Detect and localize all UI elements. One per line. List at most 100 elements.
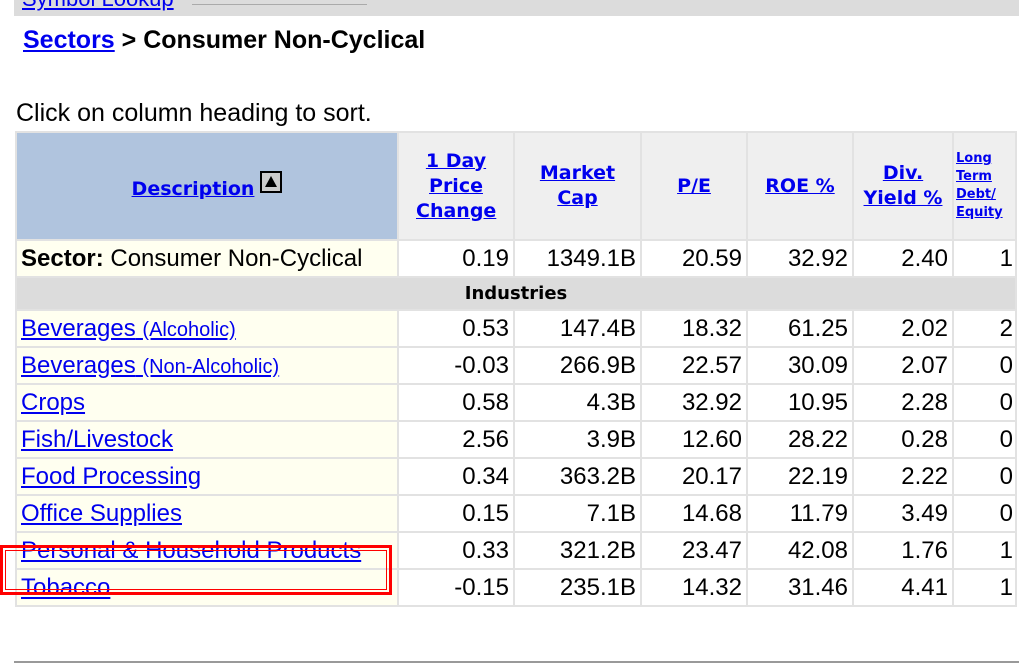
value-cell: -0.03 — [397, 346, 515, 385]
symbol-lookup-link[interactable]: Symbol Lookup — [22, 0, 174, 12]
value-cell: 4.41 — [852, 568, 954, 607]
breadcrumb: Sectors > Consumer Non-Cyclical — [23, 26, 425, 55]
table-row: Fish/Livestock 2.56 3.9B 12.60 28.22 0.28 0 — [15, 420, 1017, 459]
industry-link[interactable]: Food Processing — [21, 463, 201, 490]
value-cell: 31.46 — [746, 568, 854, 607]
value-cell: 2.22 — [852, 457, 954, 496]
value-cell: 22.57 — [640, 346, 748, 385]
sort-market-cap-link[interactable]: Market Cap — [533, 161, 623, 211]
sort-long-term-debt-equity-link[interactable]: Long Term Debt/ Equity — [956, 151, 1003, 220]
description-cell: Food Processing — [15, 457, 399, 496]
column-header-div-yield: Div. Yield % — [852, 131, 954, 241]
value-cell: 20.59 — [640, 239, 748, 278]
industries-label: Industries — [15, 276, 1017, 311]
industry-link[interactable]: Crops — [21, 389, 85, 416]
value-cell: 2.40 — [852, 239, 954, 278]
value-cell: 23.47 — [640, 531, 748, 570]
value-cell: 0.53 — [397, 309, 515, 348]
divider — [14, 661, 1019, 663]
table-row: Beverages (Alcoholic) 0.53 147.4B 18.32 61.2… — [15, 309, 1017, 348]
column-header-market-cap: Market Cap — [513, 131, 642, 241]
column-header-roe: ROE % — [746, 131, 854, 241]
table-row: Crops 0.58 4.3B 32.92 10.95 2.28 0 — [15, 383, 1017, 422]
divider — [192, 4, 367, 5]
sort-div-yield-link[interactable]: Div. Yield % — [858, 161, 948, 211]
value-cell: 4.3B — [513, 383, 642, 422]
value-cell: 3.9B — [513, 420, 642, 459]
description-cell: Beverages (Alcoholic) — [15, 309, 399, 348]
description-cell: Office Supplies — [15, 494, 399, 533]
table-row: Office Supplies 0.15 7.1B 14.68 11.79 3.49 0 — [15, 494, 1017, 533]
sort-up-icon[interactable] — [260, 170, 283, 193]
description-cell: Fish/Livestock — [15, 420, 399, 459]
value-cell: 32.92 — [746, 239, 854, 278]
sort-roe-link[interactable]: ROE % — [765, 175, 834, 197]
value-cell: 14.32 — [640, 568, 748, 607]
value-cell: 0.28 — [852, 420, 954, 459]
industry-link[interactable]: Beverages (Non-Alcoholic) — [21, 352, 279, 379]
value-cell: 266.9B — [513, 346, 642, 385]
column-header-p-e: P/E — [640, 131, 748, 241]
industries-header-row: Industries — [15, 276, 1017, 311]
value-cell: 2.02 — [852, 309, 954, 348]
table-row: Food Processing 0.34 363.2B 20.17 22.19 2.22 0 — [15, 457, 1017, 496]
value-cell: -0.15 — [397, 568, 515, 607]
value-cell: 0 — [952, 494, 1017, 533]
value-cell: 0 — [952, 420, 1017, 459]
sector-label: Sector: — [21, 244, 104, 272]
value-cell: 18.32 — [640, 309, 748, 348]
value-cell: 11.79 — [746, 494, 854, 533]
sort-description-link[interactable]: Description — [132, 178, 255, 200]
value-cell: 0.33 — [397, 531, 515, 570]
value-cell: 30.09 — [746, 346, 854, 385]
sector-name: Consumer Non-Cyclical — [110, 244, 363, 272]
value-cell: 61.25 — [746, 309, 854, 348]
value-cell: 22.19 — [746, 457, 854, 496]
value-cell: 2.07 — [852, 346, 954, 385]
value-cell: 1.76 — [852, 531, 954, 570]
value-cell: 20.17 — [640, 457, 748, 496]
value-cell: 0.34 — [397, 457, 515, 496]
description-cell: Beverages (Non-Alcoholic) — [15, 346, 399, 385]
description-cell: Crops — [15, 383, 399, 422]
top-nav-bar: Symbol Lookup — [14, 0, 1019, 16]
highlight-box — [0, 545, 392, 595]
value-cell: 28.22 — [746, 420, 854, 459]
sort-hint: Click on column heading to sort. — [16, 99, 372, 127]
value-cell: 1349.1B — [513, 239, 642, 278]
value-cell: 1 — [952, 239, 1017, 278]
value-cell: 7.1B — [513, 494, 642, 533]
value-cell: 0.15 — [397, 494, 515, 533]
value-cell: 42.08 — [746, 531, 854, 570]
sector-cell: Sector: Consumer Non-Cyclical — [15, 239, 399, 278]
value-cell: 2 — [952, 309, 1017, 348]
value-cell: 0 — [952, 346, 1017, 385]
value-cell: 14.68 — [640, 494, 748, 533]
breadcrumb-sectors-link[interactable]: Sectors — [23, 26, 115, 54]
sort-1-day-price-change-link[interactable]: 1 Day Price Change — [416, 149, 496, 224]
value-cell: 2.56 — [397, 420, 515, 459]
value-cell: 12.60 — [640, 420, 748, 459]
column-header-long-term-debt-equity: Long Term Debt/ Equity — [952, 131, 1017, 241]
industry-link[interactable]: Fish/Livestock — [21, 426, 173, 453]
value-cell: 3.49 — [852, 494, 954, 533]
table-row: Beverages (Non-Alcoholic) -0.03 266.9B 22.5… — [15, 346, 1017, 385]
value-cell: 147.4B — [513, 309, 642, 348]
value-cell: 0 — [952, 383, 1017, 422]
industry-link[interactable]: Office Supplies — [21, 500, 182, 527]
value-cell: 321.2B — [513, 531, 642, 570]
value-cell: 10.95 — [746, 383, 854, 422]
value-cell: 0.19 — [397, 239, 515, 278]
value-cell: 363.2B — [513, 457, 642, 496]
industry-link[interactable]: Beverages (Alcoholic) — [21, 315, 236, 342]
value-cell: 0 — [952, 457, 1017, 496]
value-cell: 1 — [952, 531, 1017, 570]
page-title: Consumer Non-Cyclical — [143, 26, 426, 54]
sector-row: Sector: Consumer Non-Cyclical 0.19 1349.1B… — [15, 239, 1017, 278]
industries-table: Description 1 Day Price Change Market Cap P… — [15, 131, 1017, 607]
column-header-description: Description — [15, 131, 399, 241]
value-cell: 2.28 — [852, 383, 954, 422]
sort-p-e-link[interactable]: P/E — [677, 175, 711, 197]
value-cell: 0.58 — [397, 383, 515, 422]
breadcrumb-separator: > — [114, 26, 144, 54]
